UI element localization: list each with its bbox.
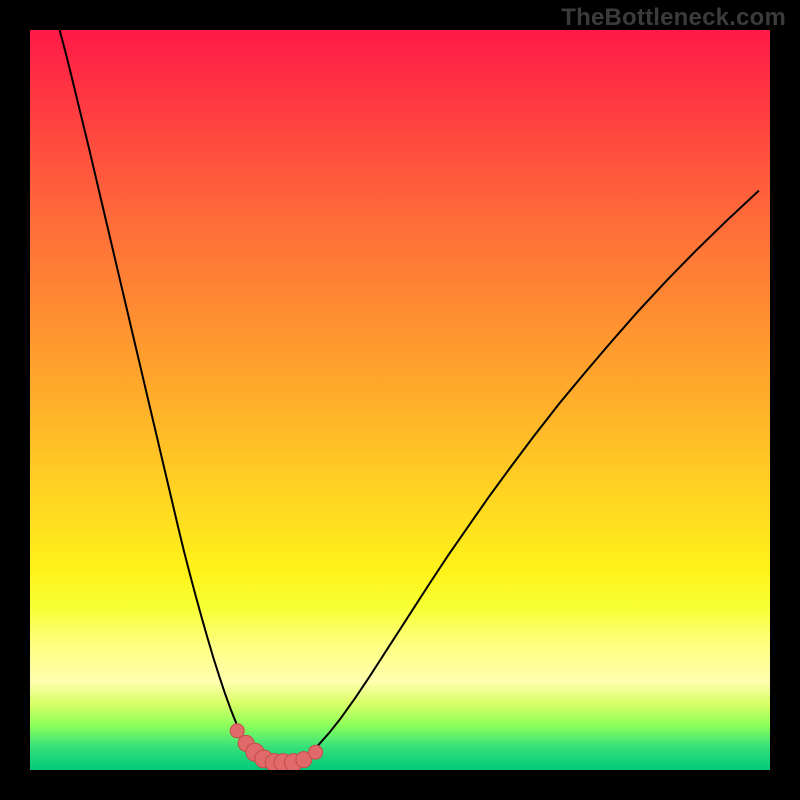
chart-frame: TheBottleneck.com: [0, 0, 800, 800]
marker-dot: [309, 745, 323, 759]
brand-watermark: TheBottleneck.com: [561, 4, 786, 32]
plot-gradient-area: [30, 30, 770, 770]
curve-layer: [30, 30, 770, 770]
marker-dot: [230, 724, 244, 738]
bottleneck-curve: [60, 30, 759, 766]
